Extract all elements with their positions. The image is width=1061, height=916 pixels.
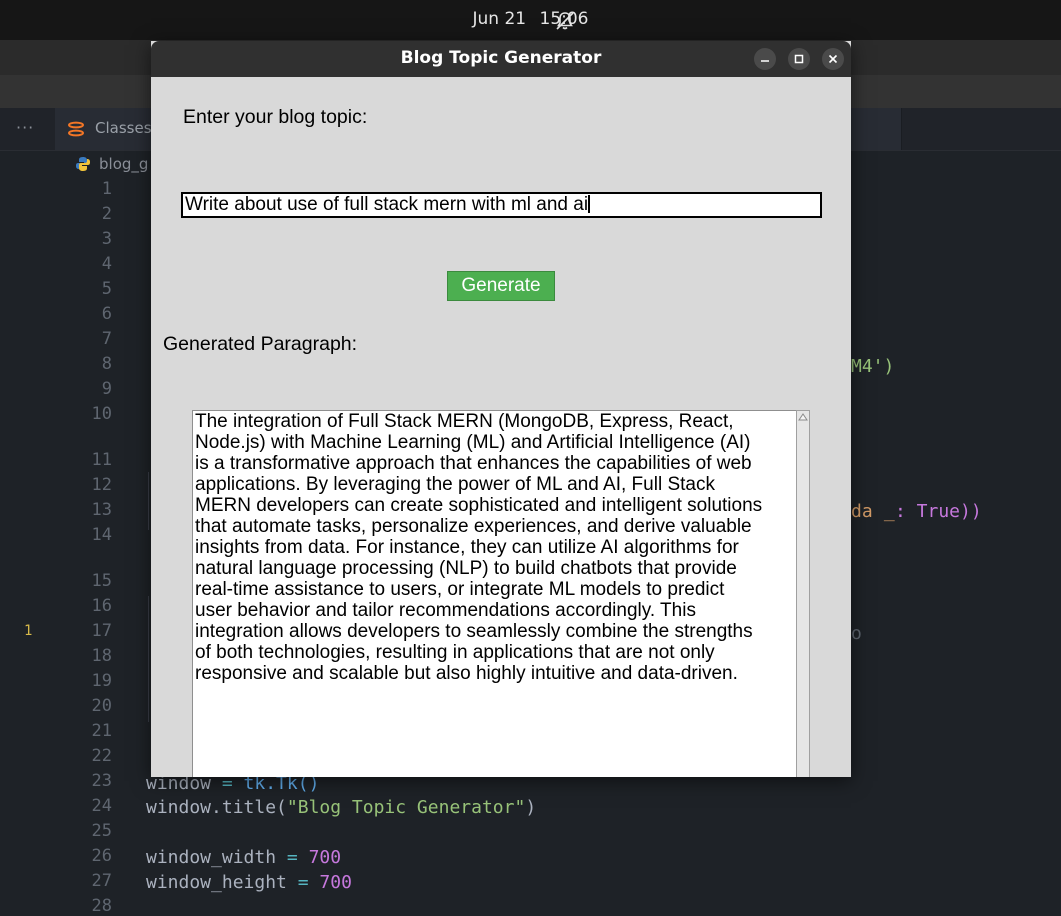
clock[interactable]: Jun 21 15:06 [0,9,1061,29]
textbox-scrollbar[interactable] [796,410,810,777]
line-number: 2 [101,204,112,224]
line-number: 28 [91,896,112,916]
line-number: 3 [101,229,112,249]
generated-line: natural language processing (NLP) to bui… [195,558,737,579]
line-number: 20 [91,696,112,716]
text-caret [588,195,591,213]
window-title: Blog Topic Generator [400,48,602,68]
line-number: 8 [101,354,112,374]
line-number: 19 [91,671,112,691]
scroll-up-arrow-icon[interactable] [798,412,808,422]
maximize-button[interactable] [788,48,810,70]
generated-line: The integration of Full Stack MERN (Mong… [195,411,734,432]
line-number: 21 [91,721,112,741]
generate-button[interactable]: Generate [447,271,555,301]
line-number: 18 [91,646,112,666]
topic-label: Enter your blog topic: [183,106,368,128]
line-number: 17 [91,621,112,641]
system-top-bar: Jun 21 15:06 [0,0,1061,40]
generated-line: Node.js) with Machine Learning (ML) and … [195,432,751,453]
tab-label: Classes. [95,119,157,137]
generated-line: real-time assistance to users, or integr… [195,579,725,600]
code-fragment: M4') [851,356,895,377]
line-number: 24 [91,796,112,816]
code-fragment: : True)) [895,501,982,522]
breadcrumb[interactable]: blog_g [75,155,148,177]
topic-input[interactable]: Write about use of full stack mern with … [181,192,822,218]
generated-line: responsive and scalable but also highly … [195,663,738,684]
generated-line: is a transformative approach that enhanc… [195,453,752,474]
code-fragment: o [851,623,862,644]
generated-line: applications. By leveraging the power of… [195,474,715,495]
line-number: 1 [101,179,112,199]
generated-line: that automate tasks, personalize experie… [195,516,752,537]
line-number: 4 [101,254,112,274]
topic-input-value: Write about use of full stack mern with … [185,194,589,215]
line-number: 25 [91,821,112,841]
window-title-bar[interactable]: Blog Topic Generator [151,41,851,77]
line-number: 6 [101,304,112,324]
code-fragment: da [851,501,873,522]
maximize-icon [794,54,804,64]
line-number: 10 [91,404,112,424]
code-line-24[interactable]: window.title("Blog Topic Generator") [146,797,536,818]
generated-line: integration allows developers to seamles… [195,621,753,642]
minimize-icon [761,60,769,62]
breadcrumb-file: blog_g [99,155,149,173]
line-number: 11 [91,450,112,470]
blog-topic-generator-window: Blog Topic Generator Enter your blog top… [151,41,851,777]
bell-off-icon[interactable] [555,11,575,31]
generated-line: insights from data. For instance, they c… [195,537,739,558]
date-text: Jun 21 [472,9,527,29]
line-number: 15 [91,571,112,591]
line-number: 7 [101,329,112,349]
close-button[interactable] [822,48,844,70]
code-fragment: _ [873,501,895,522]
line-number: 12 [91,475,112,495]
line-number: 9 [101,379,112,399]
generated-paragraph-textbox[interactable]: The integration of Full Stack MERN (Mong… [192,410,797,777]
close-icon [828,54,838,64]
line-number: 5 [101,279,112,299]
line-number: 16 [91,596,112,616]
more-tabs-icon[interactable]: ··· [16,118,34,137]
code-line-26[interactable]: window_width = 700 [146,847,341,868]
indent-guide [148,596,149,722]
generated-line: MERN developers can create sophisticated… [195,495,763,516]
line-number: 23 [91,771,112,791]
generated-line: user behavior and tailor recommendations… [195,600,696,621]
python-icon [76,157,90,171]
line-number: 14 [91,525,112,545]
generated-paragraph-label: Generated Paragraph: [163,333,358,355]
minimize-button[interactable] [754,48,776,70]
code-line-27[interactable]: window_height = 700 [146,872,352,893]
line-number: 13 [91,500,112,520]
problem-marker: 1 [24,623,33,639]
line-number: 22 [91,746,112,766]
indent-guide [148,472,149,530]
generated-line: of both technologies, resulting in appli… [195,642,715,663]
line-number: 26 [91,846,112,866]
line-number: 27 [91,871,112,891]
jupyter-icon [68,121,84,137]
